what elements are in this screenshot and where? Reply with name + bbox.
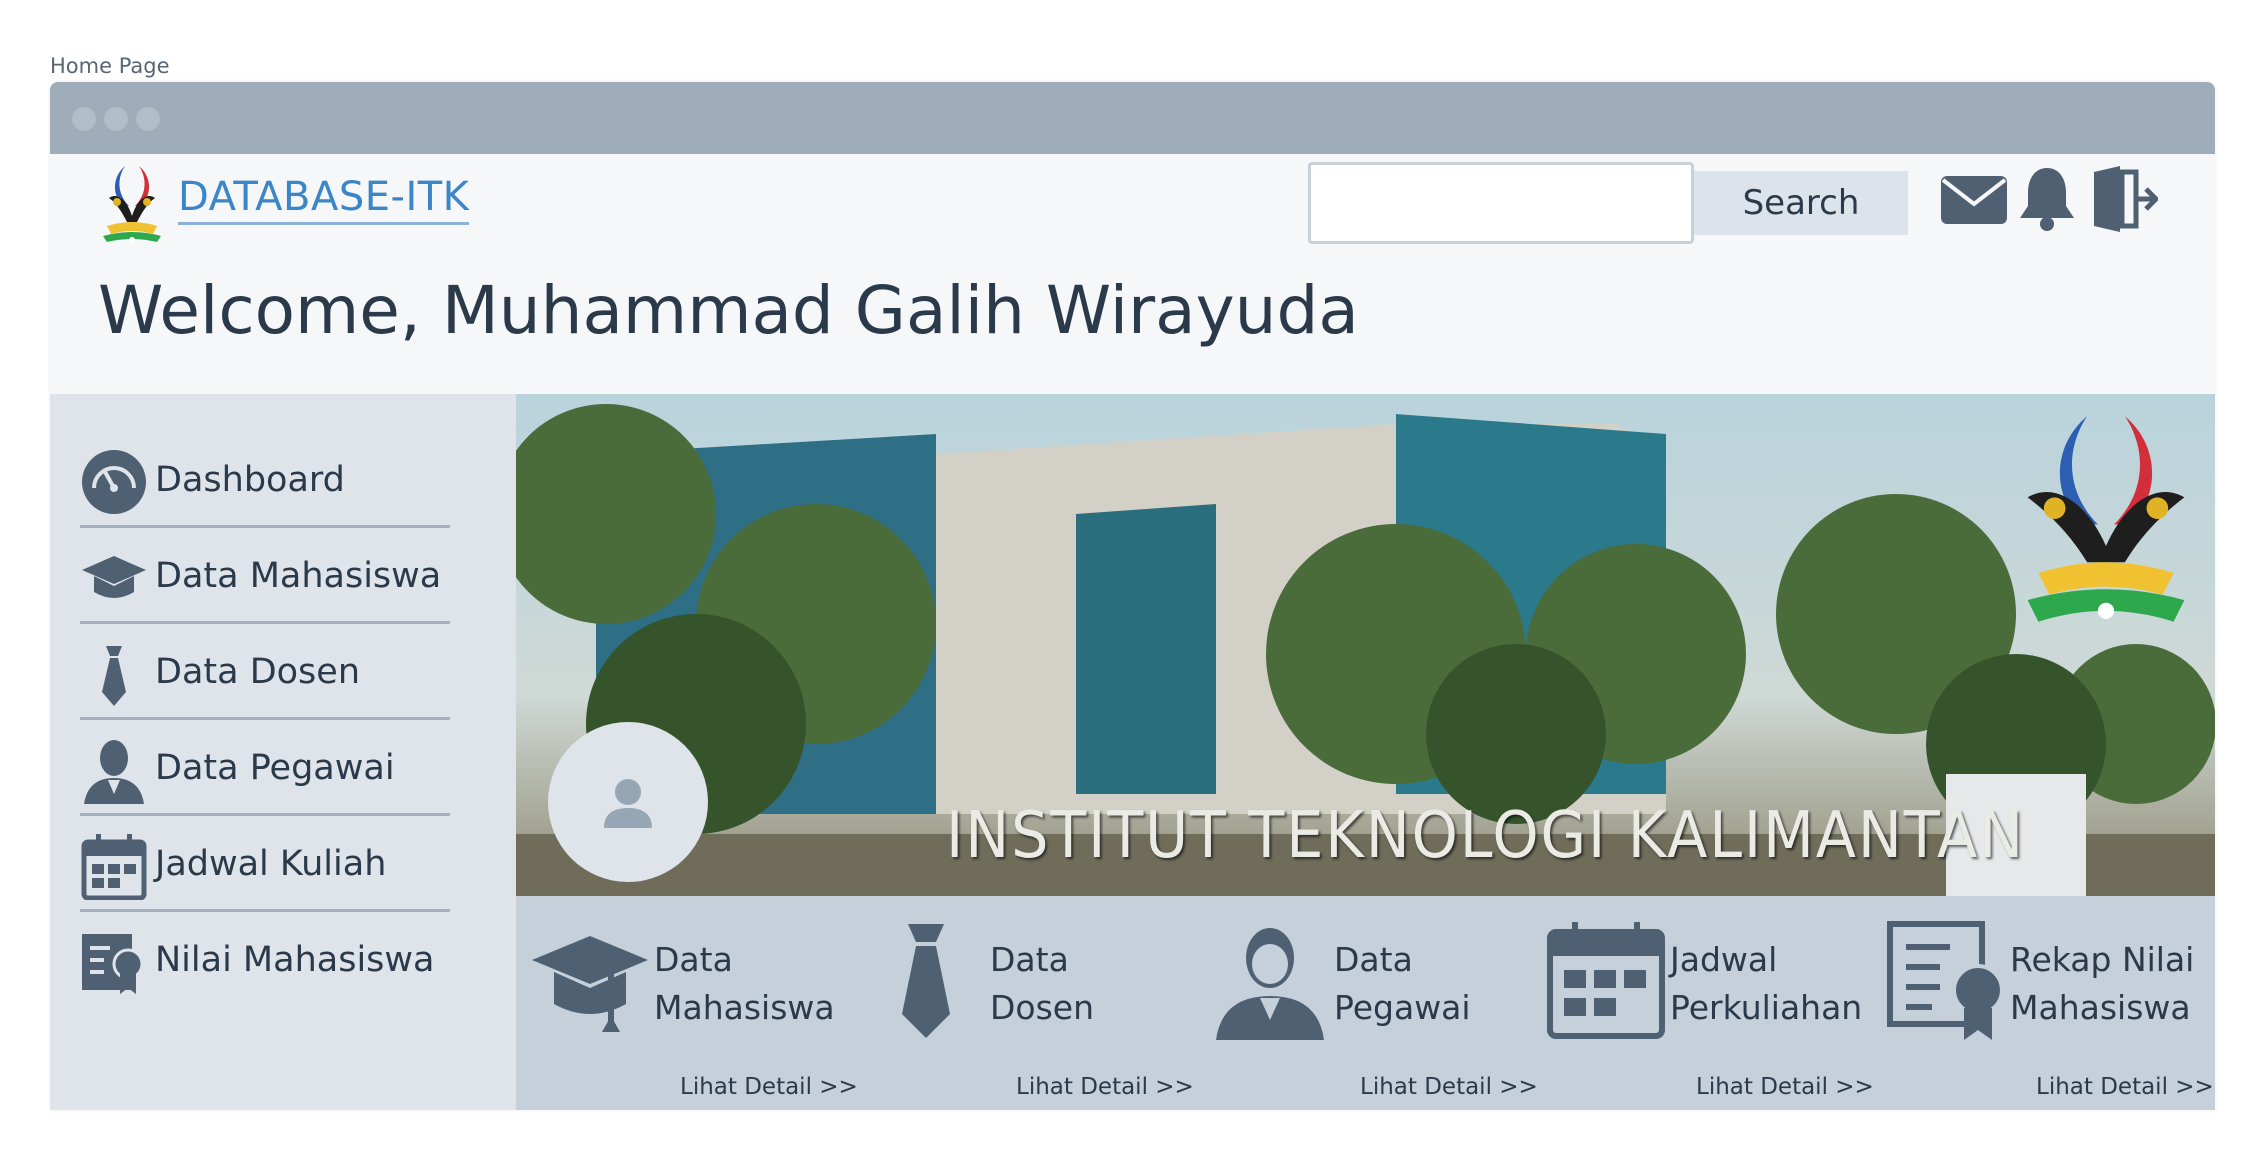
speedometer-icon — [82, 450, 146, 514]
sidebar-item-jadwal-kuliah[interactable]: Jadwal Kuliah — [80, 818, 450, 912]
window-close-dot[interactable] — [72, 107, 96, 131]
search-input[interactable] — [1308, 162, 1694, 244]
card-title: Data Dosen — [990, 940, 1095, 1027]
card-jadwal-perkuliahan[interactable]: Jadwal Perkuliahan Lihat Detail >> — [1546, 896, 1886, 1110]
card-data-mahasiswa[interactable]: Data Mahasiswa Lihat Detail >> — [530, 896, 870, 1110]
window-minimize-dot[interactable] — [104, 107, 128, 131]
sidebar-item-label: Nilai Mahasiswa — [155, 940, 435, 980]
sidebar-item-label: Data Mahasiswa — [155, 556, 442, 596]
card-title: Jadwal Perkuliahan — [1670, 940, 1863, 1027]
card-data-pegawai[interactable]: Data Pegawai Lihat Detail >> — [1210, 896, 1550, 1110]
sidebar-item-label: Jadwal Kuliah — [155, 844, 387, 884]
card-rekap-nilai-mahasiswa[interactable]: Rekap Nilai Mahasiswa Lihat Detail >> — [1886, 896, 2215, 1110]
campus-banner: INSTITUT TEKNOLOGI KALIMANTAN — [516, 394, 2215, 896]
sidebar-item-dashboard[interactable]: Dashboard — [80, 434, 450, 528]
certificate-icon — [1887, 921, 2004, 1040]
card-detail-link[interactable]: Lihat Detail >> — [1696, 1074, 1874, 1100]
employee-icon — [1216, 928, 1324, 1040]
envelope-icon[interactable] — [1941, 172, 2007, 228]
window-titlebar — [50, 82, 2215, 154]
card-detail-link[interactable]: Lihat Detail >> — [680, 1074, 858, 1100]
user-icon — [604, 779, 652, 828]
graduation-cap-icon — [532, 936, 648, 1032]
card-detail-link[interactable]: Lihat Detail >> — [1016, 1074, 1194, 1100]
employee-icon — [84, 740, 144, 804]
card-detail-link[interactable]: Lihat Detail >> — [2036, 1074, 2214, 1100]
bell-icon[interactable] — [2018, 166, 2076, 232]
necktie-icon — [902, 924, 950, 1038]
card-title: Data Mahasiswa — [654, 940, 835, 1027]
necktie-icon — [102, 646, 126, 706]
campus-sign-text: INSTITUT TEKNOLOGI KALIMANTAN — [946, 799, 2026, 873]
sidebar-item-label: Data Pegawai — [155, 748, 395, 788]
sidebar: Dashboard Data Mahasiswa Data Dosen Data… — [50, 394, 516, 1110]
profile-avatar[interactable] — [548, 722, 708, 882]
sidebar-item-nilai-mahasiswa[interactable]: Nilai Mahasiswa — [80, 914, 450, 1008]
window-maximize-dot[interactable] — [136, 107, 160, 131]
sidebar-item-label: Dashboard — [155, 460, 345, 500]
door-exit-icon[interactable] — [2090, 166, 2158, 232]
graduation-cap-icon — [82, 556, 146, 598]
page-label: Home Page — [50, 54, 170, 78]
itk-logo-icon[interactable] — [95, 162, 169, 246]
welcome-heading: Welcome, Muhammad Galih Wirayuda — [98, 272, 1359, 349]
browser-window: DATABASE-ITK Search Welcome, Muhammad Ga… — [50, 82, 2215, 1110]
card-title: Data Pegawai — [1334, 940, 1471, 1027]
itk-emblem-icon — [2027, 416, 2185, 622]
sidebar-item-data-mahasiswa[interactable]: Data Mahasiswa — [80, 530, 450, 624]
card-data-dosen[interactable]: Data Dosen Lihat Detail >> — [866, 896, 1206, 1110]
card-detail-link[interactable]: Lihat Detail >> — [1360, 1074, 1538, 1100]
calendar-icon — [81, 834, 147, 900]
quick-access-cards: Data Mahasiswa Lihat Detail >> Data Dose… — [516, 896, 2215, 1110]
certificate-icon — [82, 934, 144, 994]
brand-link[interactable]: DATABASE-ITK — [178, 174, 470, 225]
sidebar-item-data-pegawai[interactable]: Data Pegawai — [80, 722, 450, 816]
sidebar-item-label: Data Dosen — [155, 652, 361, 692]
search-button[interactable]: Search — [1694, 171, 1908, 235]
page-header: DATABASE-ITK Search Welcome, Muhammad Ga… — [50, 154, 2215, 394]
calendar-icon — [1547, 922, 1665, 1039]
card-title: Rekap Nilai Mahasiswa — [2010, 940, 2195, 1027]
sidebar-item-data-dosen[interactable]: Data Dosen — [80, 626, 450, 720]
